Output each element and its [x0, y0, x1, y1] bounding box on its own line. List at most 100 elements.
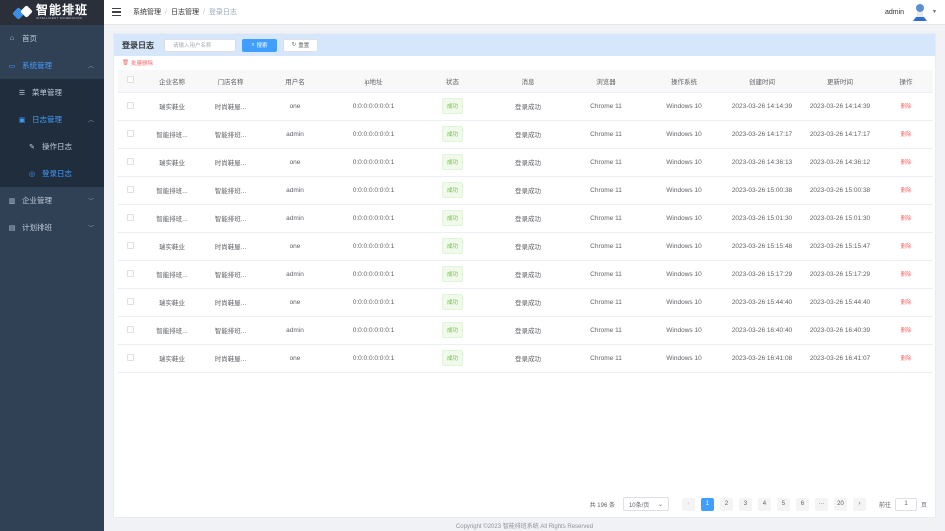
cell-text: 登录成功: [515, 216, 541, 223]
page-size-select[interactable]: 10条/页 ⌄: [622, 497, 669, 511]
delete-link[interactable]: 删除: [900, 244, 911, 250]
search-bar: 登录日志 请输入用户名称 ⌕ 搜索 ↻ 重置: [114, 34, 935, 56]
user-menu[interactable]: admin ▼: [885, 2, 937, 22]
sidebar-item-operlog[interactable]: ✎ 操作日志: [0, 133, 104, 160]
cell-text: 0:0:0:0:0:0:0:1: [352, 130, 395, 138]
row-checkbox[interactable]: [118, 344, 142, 373]
row-checkbox[interactable]: [118, 260, 142, 289]
cell-text: 智能排班...: [156, 188, 188, 195]
page-number-button[interactable]: 4: [757, 497, 771, 511]
cell-text: 登录成功: [515, 160, 541, 167]
hamburger-icon[interactable]: [112, 8, 121, 16]
cell-text: 瑞实鞋业: [159, 300, 185, 307]
page-number-button[interactable]: 1: [700, 497, 714, 511]
breadcrumb-item[interactable]: 系统管理: [133, 7, 161, 17]
row-checkbox[interactable]: [118, 92, 142, 121]
cell-text: one: [289, 298, 301, 306]
total-count: 共 196 条: [589, 502, 615, 509]
cell-text: one: [289, 354, 301, 362]
cell-text: 0:0:0:0:0:0:0:1: [352, 102, 395, 110]
sidebar-item-company[interactable]: ▥ 企业管理 ﹀: [0, 187, 104, 214]
cell-text: 2023-03-26 15:01:30: [731, 214, 793, 222]
table-cell: 0:0:0:0:0:0:0:1: [331, 344, 416, 373]
sidebar-item-log[interactable]: ▣ 日志管理 ︿: [0, 106, 104, 133]
page-number-button[interactable]: 2: [719, 497, 733, 511]
logo[interactable]: 智能排班 INTELLIGENT SCHEDULING: [0, 0, 104, 25]
submenu-system: ☰ 菜单管理 ▣ 日志管理 ︿ ✎ 操作日志 ◎ 登录日志: [0, 79, 104, 187]
delete-link[interactable]: 删除: [900, 300, 911, 306]
page-number-button[interactable]: 5: [776, 497, 790, 511]
cell-text: Windows 10: [666, 270, 702, 278]
table-cell: 成功: [416, 120, 489, 149]
calendar-icon: ▤: [8, 224, 16, 232]
next-page-button[interactable]: ›: [852, 497, 866, 511]
delete-link[interactable]: 删除: [900, 356, 911, 362]
cell-text: 2023-03-26 16:40:39: [809, 326, 871, 334]
table-cell: 删除: [879, 344, 933, 373]
cell-text: 2023-03-26 15:15:47: [809, 242, 871, 250]
column-header: 企业名称: [142, 70, 202, 93]
cell-text: 0:0:0:0:0:0:0:1: [352, 270, 395, 278]
row-checkbox[interactable]: [118, 176, 142, 205]
cell-text: 2023-03-26 15:00:38: [809, 186, 871, 194]
breadcrumb-current: 登录日志: [208, 9, 237, 16]
cell-text: 登录成功: [515, 104, 541, 111]
cell-text: 瑞实鞋业: [159, 356, 185, 363]
sidebar-item-system[interactable]: ▭ 系统管理 ︿: [0, 52, 104, 79]
delete-link[interactable]: 删除: [900, 272, 911, 278]
cell-text: 登录成功: [515, 132, 541, 139]
logo-title: 智能排班: [36, 3, 89, 17]
page-more-button[interactable]: ···: [814, 497, 828, 511]
status-badge: 成功: [441, 126, 463, 142]
select-all-checkbox[interactable]: [118, 70, 142, 93]
table-cell: 登录成功: [489, 148, 567, 177]
page-number-button[interactable]: 3: [738, 497, 752, 511]
reset-button[interactable]: ↻ 重置: [283, 38, 318, 52]
table-cell: 成功: [416, 204, 489, 233]
cell-text: 2023-03-26 15:15:48: [731, 242, 793, 250]
delete-link[interactable]: 删除: [900, 328, 911, 334]
goto-page-input[interactable]: 1: [894, 497, 917, 511]
row-checkbox[interactable]: [118, 204, 142, 233]
row-checkbox[interactable]: [118, 288, 142, 317]
row-checkbox[interactable]: [118, 316, 142, 345]
cell-text: 智能排班...: [156, 272, 188, 279]
table-cell: 登录成功: [489, 204, 567, 233]
table-cell: Windows 10: [645, 232, 723, 261]
home-icon: ⌂: [9, 35, 15, 42]
row-checkbox[interactable]: [118, 232, 142, 261]
delete-link[interactable]: 删除: [900, 160, 911, 166]
avatar[interactable]: [910, 2, 931, 22]
page-number-button[interactable]: 6: [795, 497, 809, 511]
sidebar-item-schedule[interactable]: ▤ 计划排班 ﹀: [0, 214, 104, 241]
sidebar-item-logininfor[interactable]: ◎ 登录日志: [0, 160, 104, 187]
cell-text: one: [289, 102, 301, 110]
page-number-button[interactable]: 20: [833, 497, 847, 511]
breadcrumb-item[interactable]: 日志管理: [171, 7, 199, 17]
delete-link[interactable]: 删除: [900, 104, 911, 110]
delete-link[interactable]: 删除: [900, 132, 911, 138]
table-cell: 2023-03-26 15:17:29: [723, 260, 801, 289]
cell-text: 0:0:0:0:0:0:0:1: [352, 158, 395, 166]
prev-page-button[interactable]: ‹: [681, 497, 695, 511]
search-button[interactable]: ⌕ 搜索: [242, 38, 277, 52]
batch-delete-button[interactable]: 🗑︎ 批量删除: [114, 56, 935, 70]
cell-text: 智能排班...: [156, 328, 188, 335]
row-checkbox[interactable]: [118, 120, 142, 149]
delete-link[interactable]: 删除: [900, 216, 911, 222]
table-cell: Chrome 11: [567, 148, 645, 177]
sidebar-item-menu[interactable]: ☰ 菜单管理: [0, 79, 104, 106]
cell-text: Windows 10: [666, 130, 702, 138]
table-row: 智能排班... 智能排班... admin 0:0:0:0:0:0:0:1 成功 登录成功…: [118, 260, 933, 289]
table-cell: Windows 10: [645, 344, 723, 373]
sidebar-item-home[interactable]: ⌂ 首页: [0, 25, 104, 52]
page-size-value: 10条/页: [628, 502, 650, 509]
cell-text: 时尚鞋屋...: [214, 356, 247, 363]
table-cell: 智能排班...: [202, 316, 259, 345]
chevron-down-icon: ﹀: [87, 199, 94, 205]
row-checkbox[interactable]: [118, 148, 142, 177]
table-cell: 智能排班...: [142, 176, 202, 205]
pagination: 共 196 条 10条/页 ⌄ ‹ 1 2 3 4 5 6 ··· 20 › 前往 1 页: [590, 495, 927, 513]
username-search-input[interactable]: 请输入用户名称: [164, 38, 236, 52]
delete-link[interactable]: 删除: [900, 188, 911, 194]
